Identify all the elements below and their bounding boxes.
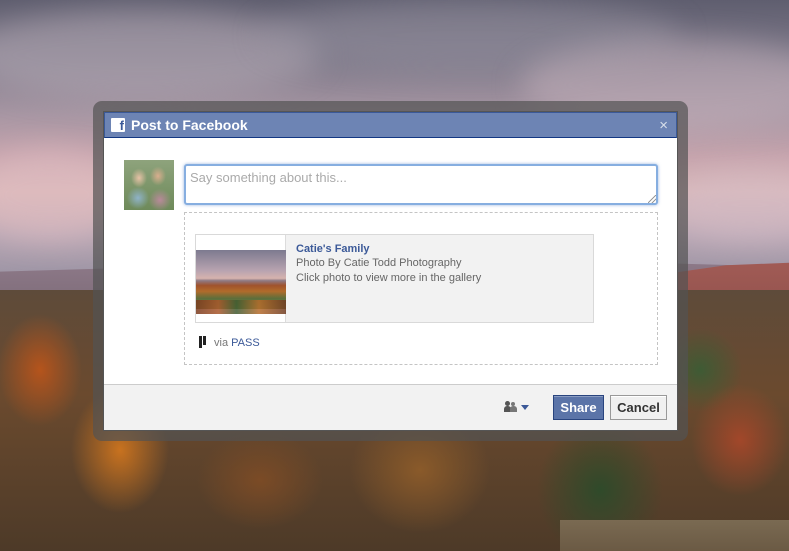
dialog-titlebar: f Post to Facebook × — [104, 112, 677, 138]
thumbnail-cell — [196, 235, 286, 322]
close-icon[interactable]: × — [659, 117, 668, 134]
share-button[interactable]: Share — [553, 395, 604, 420]
message-input[interactable] — [184, 164, 658, 205]
thumbnail-image[interactable] — [196, 250, 286, 314]
attachment-preview: Catie's Family Photo By Catie Todd Photo… — [184, 212, 658, 365]
friends-icon — [504, 401, 518, 413]
card-text: Catie's Family Photo By Catie Todd Photo… — [296, 242, 586, 286]
post-to-facebook-dialog: f Post to Facebook × Catie's Family Phot… — [103, 111, 678, 431]
resize-grip-icon[interactable] — [648, 195, 656, 203]
dialog-footer: Share Cancel — [104, 384, 677, 430]
cancel-button[interactable]: Cancel — [610, 395, 667, 420]
attachment-title-link[interactable]: Catie's Family — [296, 242, 586, 256]
app-link[interactable]: PASS — [231, 337, 260, 349]
facebook-icon: f — [111, 118, 125, 133]
attachment-caption: Click photo to view more in the gallery — [296, 272, 482, 284]
chevron-down-icon — [521, 405, 529, 410]
attachment-byline: Photo By Catie Todd Photography — [296, 257, 462, 269]
avatar — [124, 160, 174, 210]
pass-logo-icon — [199, 336, 206, 348]
dialog-title: Post to Facebook — [131, 117, 248, 133]
link-preview-card: Catie's Family Photo By Catie Todd Photo… — [195, 234, 594, 323]
audience-selector[interactable] — [504, 400, 532, 416]
via-prefix: via — [214, 337, 229, 349]
via-attribution: via PASS — [199, 336, 260, 350]
field — [560, 520, 789, 551]
thumbnail-trees — [196, 300, 286, 314]
